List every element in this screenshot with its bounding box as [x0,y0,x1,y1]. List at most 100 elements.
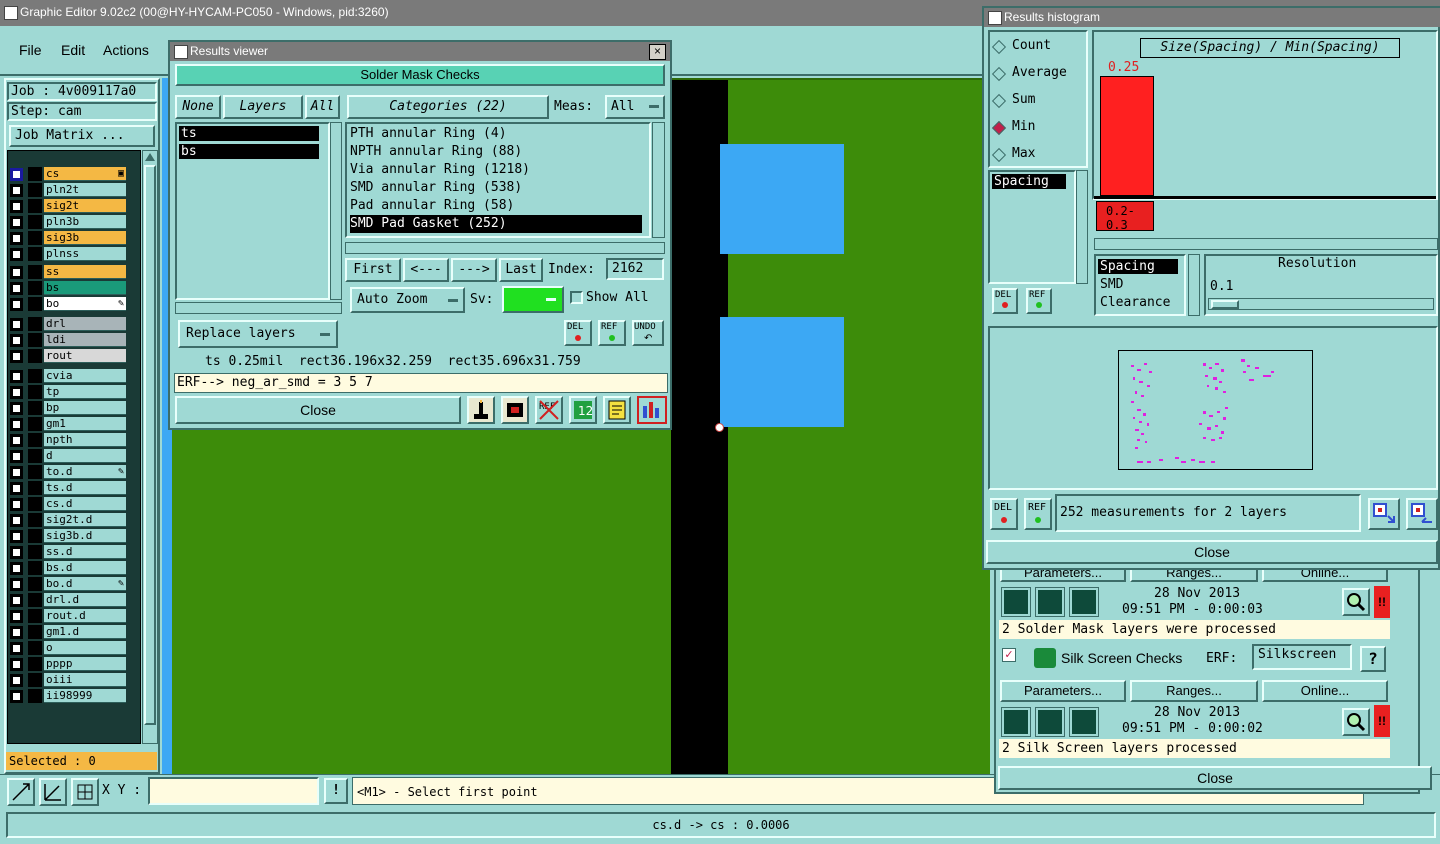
repair-icon[interactable] [501,396,529,424]
layer-affected-box[interactable] [28,481,42,495]
layer-affected-box[interactable] [28,673,42,687]
layer-row-bs-d[interactable]: bs.d [10,561,128,576]
first-button[interactable]: First [345,258,401,282]
layer-checkbox[interactable] [10,562,23,575]
layer-checkbox[interactable] [10,498,23,511]
layer-checkbox[interactable] [10,168,23,181]
layer-name[interactable]: to.d ✎ [44,465,126,479]
results-viewer-close-icon[interactable]: × [649,44,666,60]
layer-row-drl-d[interactable]: drl.d [10,593,128,608]
layer-checkbox[interactable] [10,318,23,331]
layer-checkbox[interactable] [10,282,23,295]
job-matrix-button[interactable]: Job Matrix ... [9,125,155,147]
layer-name[interactable]: bo.d ✎ [44,577,126,591]
layer-checkbox[interactable] [10,626,23,639]
last-button[interactable]: Last [499,258,543,282]
category-item-selected[interactable]: SMD Pad Gasket (252) [350,215,642,233]
layer-affected-box[interactable] [28,689,42,703]
layer-row-sig3b[interactable]: sig3b [10,231,128,246]
menu-edit[interactable]: Edit [61,42,85,58]
histogram-icon[interactable] [637,396,667,424]
layer-row-gm1-d[interactable]: gm1.d [10,625,128,640]
run-selected-icon[interactable] [1035,707,1065,737]
layer-checkbox[interactable] [10,658,23,671]
layer-affected-box[interactable] [28,625,42,639]
layer-name[interactable]: cvia [44,369,126,383]
layer-row-sig2t-d[interactable]: sig2t.d [10,513,128,528]
layer-row-ss-d[interactable]: ss.d [10,545,128,560]
layer-row-oiii[interactable]: oiii [10,673,128,688]
categories-button[interactable]: Categories (22) [347,95,549,119]
subfield-item[interactable]: Clearance [1098,295,1170,310]
layer-name[interactable]: drl [44,317,126,331]
layer-affected-box[interactable] [28,297,42,311]
prev-button[interactable]: <--- [403,258,449,282]
sm-zoom-icon[interactable] [1342,588,1370,616]
layer-affected-box[interactable] [28,247,42,261]
run-check-icon[interactable] [1001,707,1031,737]
layer-row-d[interactable]: d [10,449,128,464]
ss-ranges-button[interactable]: Ranges... [1130,680,1258,702]
layer-name[interactable]: sig3b.d [44,529,126,543]
layer-affected-box[interactable] [28,609,42,623]
rv-ref-button[interactable]: REF [598,320,626,346]
layer-row-to-d[interactable]: to.d ✎ [10,465,128,480]
layer-affected-box[interactable] [28,333,42,347]
layer-row-o[interactable]: o [10,641,128,656]
layer-row-pln3b[interactable]: pln3b [10,215,128,230]
ss-online-button[interactable]: Online... [1262,680,1388,702]
category-item[interactable]: Pad annular Ring (58) [350,197,514,215]
layer-affected-box[interactable] [28,641,42,655]
layer-row-ss[interactable]: ss [10,265,128,280]
hist-ref-button-top[interactable]: REF [1026,288,1052,314]
layer-name[interactable]: d [44,449,126,463]
menu-actions[interactable]: Actions [103,42,149,58]
layer-affected-box[interactable] [28,513,42,527]
layer-name[interactable]: gm1.d [44,625,126,639]
layer-affected-box[interactable] [28,215,42,229]
menu-file[interactable]: File [19,42,42,58]
layer-checkbox[interactable] [10,298,23,311]
grid-icon[interactable] [71,778,99,806]
layer-affected-box[interactable] [28,183,42,197]
meas-dropdown[interactable]: All [605,95,665,119]
layer-checkbox[interactable] [10,216,23,229]
swap-icon[interactable]: 12 [569,396,597,424]
layer-checkbox[interactable] [10,418,23,431]
checklist-close-button[interactable]: Close [998,766,1432,790]
histogram-close-button[interactable]: Close [986,540,1438,564]
layer-row-bs[interactable]: bs [10,281,128,296]
layer-affected-box[interactable] [28,349,42,363]
all-layers-button[interactable]: All [305,95,340,119]
hist-ref-button-bottom[interactable]: REF [1024,498,1052,530]
layer-checkbox[interactable] [10,370,23,383]
layer-affected-box[interactable] [28,369,42,383]
layer-checkbox[interactable] [10,594,23,607]
layer-row-ts-d[interactable]: ts.d [10,481,128,496]
zoom-fit-icon[interactable] [7,778,35,806]
histogram-chart[interactable]: Size(Spacing) / Min(Spacing) 0.25 [1092,30,1438,200]
layer-name[interactable]: rout.d [44,609,126,623]
rv-del-button[interactable]: DEL [564,320,592,346]
sv-color-dropdown[interactable] [502,286,564,313]
layer-row-rout-d[interactable]: rout.d [10,609,128,624]
layer-name[interactable]: cs ▣ [44,167,126,181]
layer-affected-box[interactable] [28,497,42,511]
highlight-icon[interactable] [467,396,495,424]
xy-input[interactable] [148,777,319,805]
layer-name[interactable]: ts.d [44,481,126,495]
ss-help-button[interactable]: ? [1360,646,1386,672]
layer-name[interactable]: sig2t [44,199,126,213]
layer-row-pppp[interactable]: pppp [10,657,128,672]
run-stop-icon[interactable] [1069,707,1099,737]
layer-row-cs-d[interactable]: cs.d [10,497,128,512]
layer-affected-box[interactable] [28,199,42,213]
show-all-checkbox[interactable] [570,291,583,304]
layer-affected-box[interactable] [28,417,42,431]
layer-checkbox[interactable] [10,530,23,543]
layer-checkbox[interactable] [10,350,23,363]
layer-checkbox[interactable] [10,514,23,527]
ss-zoom-icon[interactable] [1342,708,1370,736]
index-input[interactable]: 2162 [606,258,664,280]
run-stop-icon[interactable] [1069,587,1099,617]
